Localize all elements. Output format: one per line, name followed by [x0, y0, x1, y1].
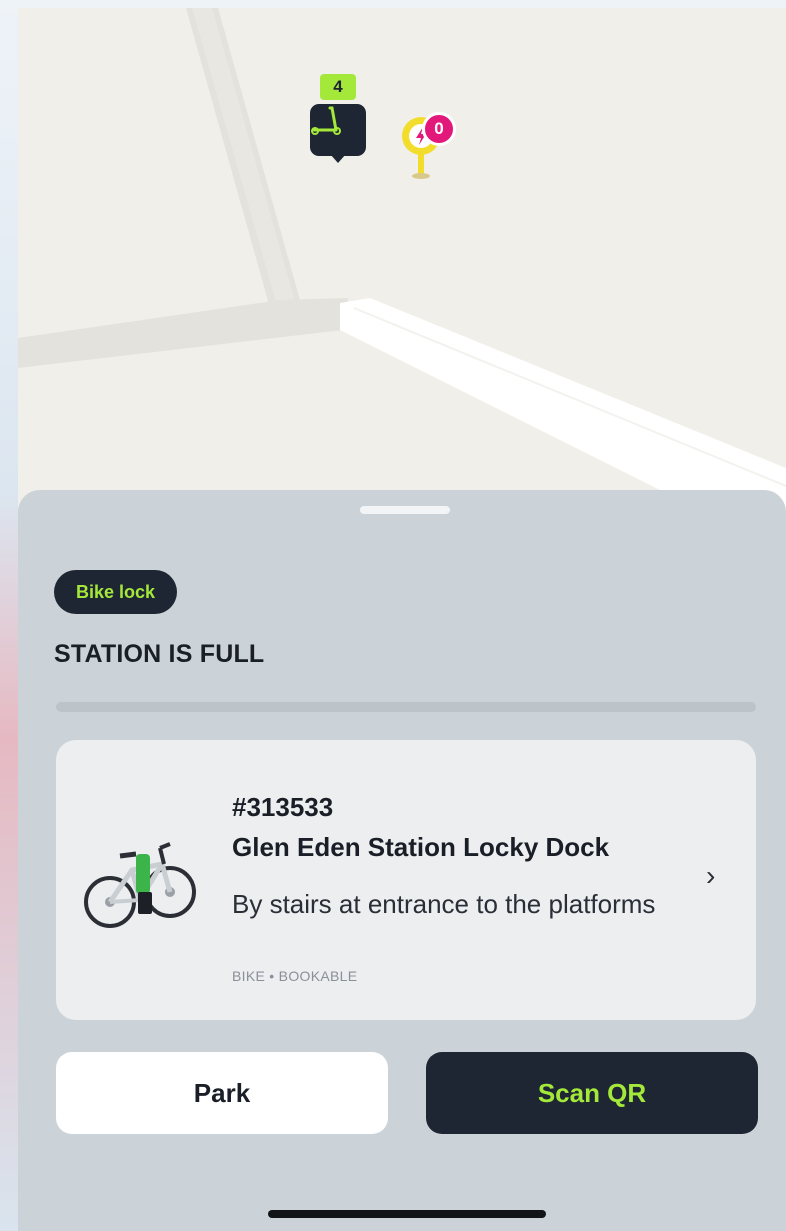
- station-name: Glen Eden Station Locky Dock: [232, 832, 610, 862]
- category-tag: Bike lock: [54, 570, 178, 614]
- scan-qr-button[interactable]: Scan QR: [426, 1052, 758, 1134]
- map-view[interactable]: 4 0: [18, 8, 786, 528]
- dock-count-badge: 4: [320, 74, 356, 100]
- map-roads: [18, 8, 786, 528]
- station-description: By stairs at entrance to the platforms: [232, 889, 656, 919]
- station-card[interactable]: #313533 Glen Eden Station Locky Dock By …: [56, 740, 756, 1020]
- dock-marker: [310, 104, 366, 163]
- station-meta: BIKE • BOOKABLE: [232, 968, 358, 984]
- sheet-grabber[interactable]: [360, 506, 450, 514]
- availability-bar: [56, 702, 756, 712]
- background-top: [0, 0, 786, 8]
- charging-station-pin[interactable]: 0: [398, 112, 478, 212]
- scooter-dock-pin[interactable]: 4: [310, 74, 370, 174]
- home-indicator[interactable]: [268, 1210, 546, 1218]
- background-left: [0, 0, 18, 1231]
- charge-count-badge: 0: [422, 112, 456, 146]
- chevron-right-icon[interactable]: ›: [706, 860, 715, 892]
- station-id: #313533: [232, 792, 334, 822]
- bike-image: [84, 842, 196, 928]
- park-button[interactable]: Park: [56, 1052, 388, 1134]
- scooter-icon: [311, 106, 341, 135]
- bottom-sheet[interactable]: Bike lock STATION IS FULL #313533 Glen E…: [18, 490, 786, 1231]
- station-status: STATION IS FULL: [54, 640, 265, 668]
